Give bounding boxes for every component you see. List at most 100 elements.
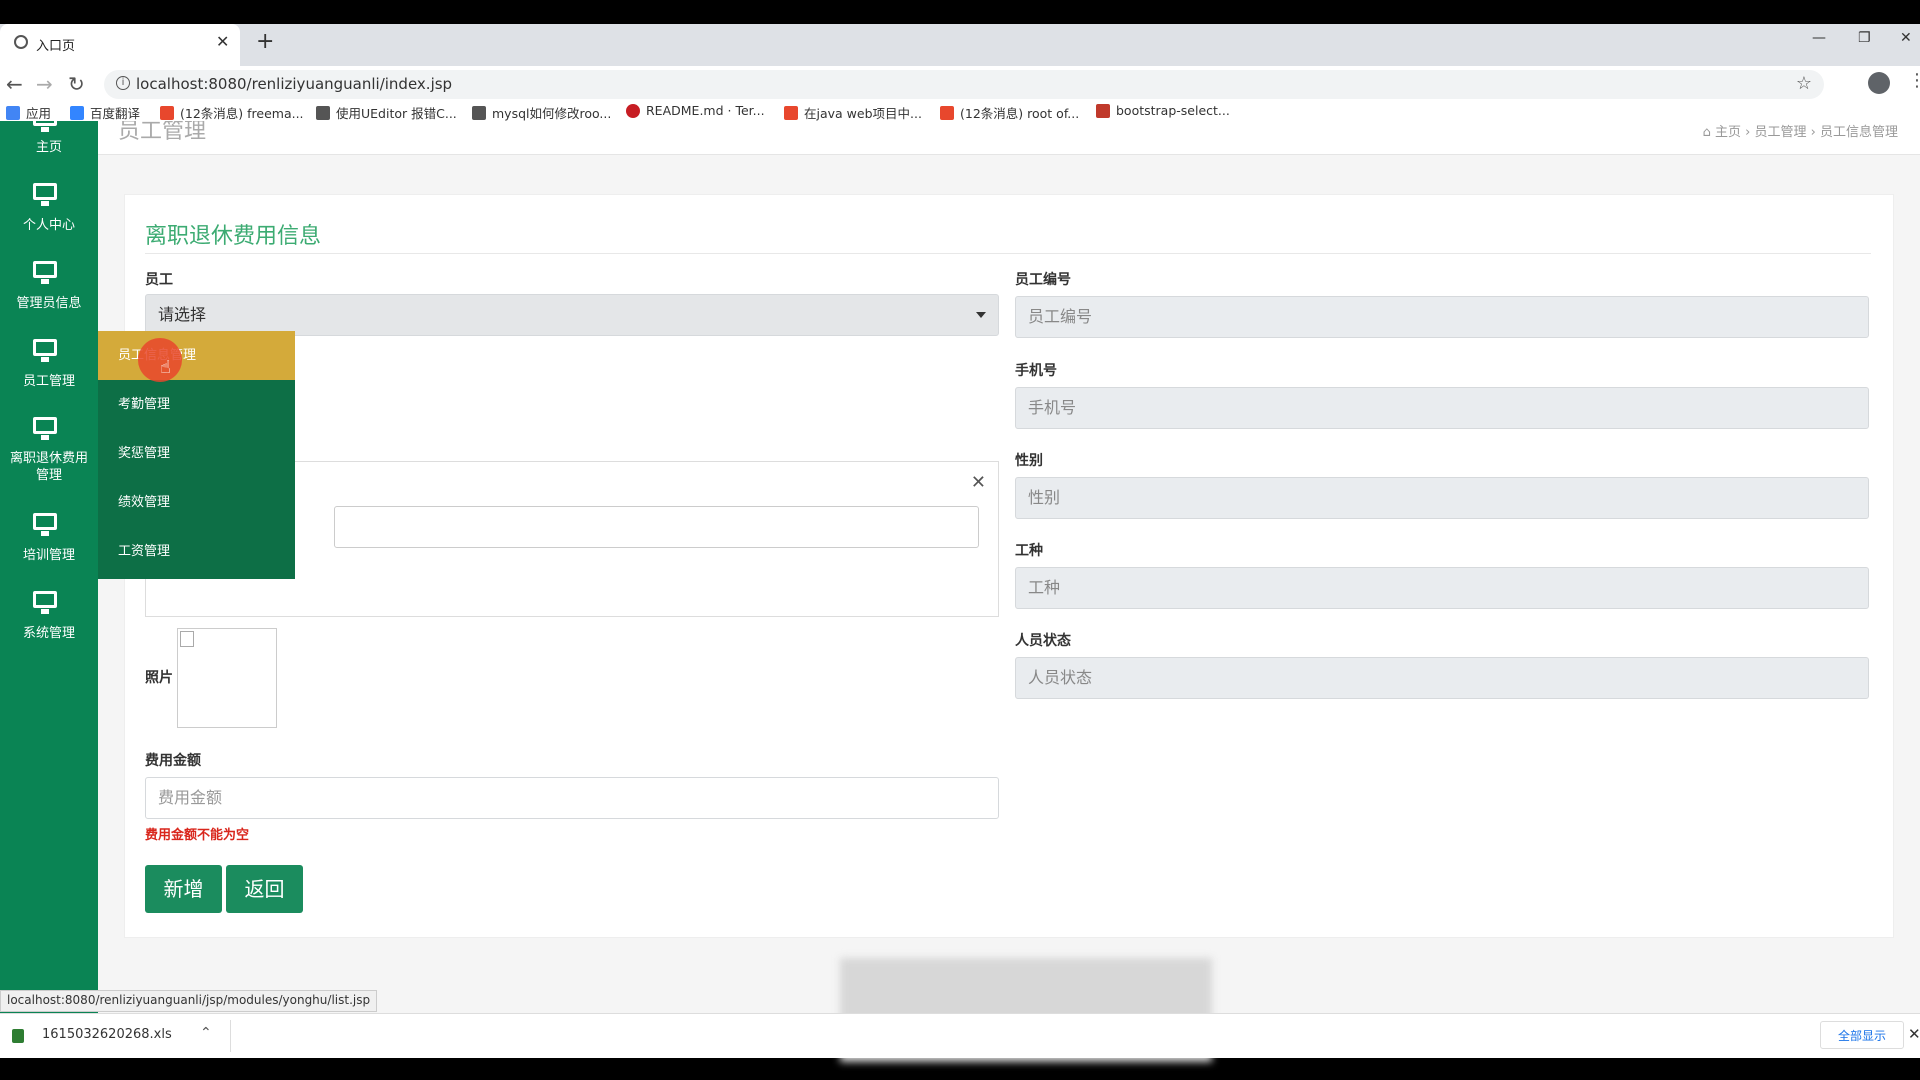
site-icon: [1096, 103, 1110, 118]
site-icon: [472, 105, 486, 120]
new-tab-icon[interactable]: +: [256, 29, 274, 54]
breadcrumb-current: 员工信息管理: [1819, 125, 1898, 140]
monitor-icon: [33, 339, 57, 362]
job-type-label: 工种: [1015, 543, 1043, 559]
page-header: 员工管理 ⌂ 主页 › 员工管理 › 员工信息管理: [98, 121, 1920, 155]
add-button[interactable]: 新增: [145, 865, 222, 913]
status-bar: localhost:8080/renliziyuanguanli/jsp/mod…: [0, 990, 378, 1012]
gender-field[interactable]: 性别: [1015, 477, 1869, 519]
monitor-icon: [33, 417, 57, 440]
show-all-button[interactable]: 全部显示: [1820, 1021, 1904, 1049]
site-icon: [316, 105, 330, 120]
close-icon[interactable]: ✕: [971, 472, 986, 493]
sidebar-item-admin[interactable]: 管理员信息: [0, 261, 98, 339]
back-button[interactable]: 返回: [226, 865, 303, 913]
close-shelf-icon[interactable]: ✕: [1908, 1025, 1920, 1043]
bookmark-item[interactable]: 使用UEditor 报错C...: [316, 103, 457, 122]
bookmark-item[interactable]: (12条消息) root of...: [940, 103, 1079, 122]
info-icon[interactable]: i: [116, 76, 130, 90]
sidebar-item-profile[interactable]: 个人中心: [0, 183, 98, 261]
sidebar-item-home[interactable]: 主页: [0, 121, 98, 187]
submenu-item-employee-info[interactable]: 员工信息管理: [98, 331, 295, 380]
web-page: 员工管理 ⌂ 主页 › 员工管理 › 员工信息管理 离职退休费用信息 员工 请选…: [0, 121, 1920, 1013]
breadcrumb-separator: ›: [1810, 125, 1820, 140]
apps-grid-icon: [6, 105, 20, 120]
employee-no-field[interactable]: 员工编号: [1015, 296, 1869, 338]
bookmark-item[interactable]: bootstrap-select...: [1096, 103, 1230, 118]
sidebar-item-retirement-fee[interactable]: 离职退休费用管理: [0, 417, 98, 507]
submenu-item-salary[interactable]: 工资管理: [98, 527, 295, 576]
status-label: 人员状态: [1015, 633, 1071, 649]
sidebar-item-label: 员工管理: [22, 374, 75, 389]
phone-field[interactable]: 手机号: [1015, 387, 1869, 429]
sidebar-item-system[interactable]: 系统管理: [0, 591, 98, 669]
bookmark-item[interactable]: 百度翻译: [70, 103, 140, 122]
csdn-icon: [784, 105, 798, 120]
excel-file-icon: [12, 1029, 24, 1043]
sidebar-item-label: 系统管理: [22, 626, 75, 641]
close-tab-icon[interactable]: ✕: [216, 32, 229, 51]
form-title: 离职退休费用信息: [145, 224, 322, 249]
employee-no-label: 员工编号: [1015, 272, 1071, 288]
employee-select[interactable]: 请选择: [145, 294, 999, 336]
translate-icon: [70, 105, 84, 120]
browser-tab-bar: 入口页 ✕ + — ❐ ✕: [0, 24, 1920, 66]
chevron-up-icon[interactable]: ⌃: [200, 1025, 212, 1041]
monitor-icon: [33, 261, 57, 284]
employee-label: 员工: [145, 272, 173, 288]
address-bar[interactable]: i localhost:8080/renliziyuanguanli/index…: [104, 70, 1824, 99]
bookmark-item[interactable]: README.md · Ter...: [626, 103, 765, 118]
browser-toolbar: ← → ↻ i localhost:8080/renliziyuanguanli…: [0, 66, 1920, 103]
page-title: 员工管理: [118, 121, 207, 144]
sidebar-item-label: 个人中心: [22, 218, 75, 233]
photo-label: 照片: [145, 670, 173, 686]
employee-submenu: 员工信息管理 考勤管理 奖惩管理 绩效管理 工资管理: [98, 331, 295, 579]
phone-label: 手机号: [1015, 363, 1057, 379]
forward-icon[interactable]: →: [36, 72, 53, 96]
status-field[interactable]: 人员状态: [1015, 657, 1869, 699]
sidebar-item-training[interactable]: 培训管理: [0, 513, 98, 591]
more-menu-icon[interactable]: ⋮: [1908, 70, 1920, 91]
sidebar-item-label: 培训管理: [22, 548, 75, 563]
caret-down-icon: [976, 312, 986, 318]
bookmark-item[interactable]: 在java web项目中...: [784, 103, 922, 122]
restore-icon[interactable]: ❐: [1858, 30, 1871, 46]
breadcrumb-home[interactable]: 主页: [1715, 125, 1741, 140]
sidebar-item-employee[interactable]: 员工管理: [0, 339, 98, 417]
download-shelf: 1615032620268.xls ⌃ 全部显示 ✕: [0, 1013, 1920, 1058]
download-file-name[interactable]: 1615032620268.xls: [42, 1027, 172, 1042]
close-window-icon[interactable]: ✕: [1900, 30, 1912, 46]
browser-tab[interactable]: 入口页 ✕: [0, 24, 240, 66]
home-icon: ⌂: [1702, 125, 1711, 140]
csdn-icon: [940, 105, 954, 120]
home-icon: [33, 121, 57, 132]
amount-label: 费用金额: [145, 753, 201, 769]
csdn-icon: [160, 105, 174, 120]
divider: [145, 253, 1871, 254]
breadcrumb: ⌂ 主页 › 员工管理 › 员工信息管理: [1703, 121, 1898, 140]
submenu-item-attendance[interactable]: 考勤管理: [98, 380, 295, 429]
bookmark-item[interactable]: mysql如何修改roo...: [472, 103, 611, 122]
reload-icon[interactable]: ↻: [68, 72, 85, 96]
profile-avatar[interactable]: [1868, 72, 1890, 94]
employee-select-value: 请选择: [158, 305, 207, 324]
amount-field[interactable]: 费用金额: [145, 777, 999, 819]
bookmark-item[interactable]: (12条消息) freema...: [160, 103, 304, 122]
divider: [230, 1020, 231, 1052]
breadcrumb-item[interactable]: 员工管理: [1754, 125, 1806, 140]
sidebar-item-label: 管理员信息: [16, 296, 82, 311]
minimize-icon[interactable]: —: [1812, 30, 1826, 46]
photo-image: [177, 628, 277, 728]
sidebar-item-label: 主页: [35, 140, 62, 155]
bookmark-item[interactable]: 应用: [6, 103, 51, 122]
submenu-item-performance[interactable]: 绩效管理: [98, 478, 295, 527]
submenu-item-rewards[interactable]: 奖惩管理: [98, 429, 295, 478]
bookmark-star-icon[interactable]: ☆: [1796, 73, 1812, 94]
back-icon[interactable]: ←: [6, 72, 23, 96]
dropdown-search-input[interactable]: [334, 506, 979, 548]
monitor-icon: [33, 183, 57, 206]
form-card: 离职退休费用信息 员工 请选择 员工编号 员工编号 手机号 手机号 性别 性别 …: [124, 194, 1894, 938]
job-type-field[interactable]: 工种: [1015, 567, 1869, 609]
bookmarks-bar: 应用 百度翻译 (12条消息) freema... 使用UEditor 报错C.…: [0, 103, 1920, 121]
sidebar-item-label: 离职退休费用管理: [9, 451, 88, 483]
